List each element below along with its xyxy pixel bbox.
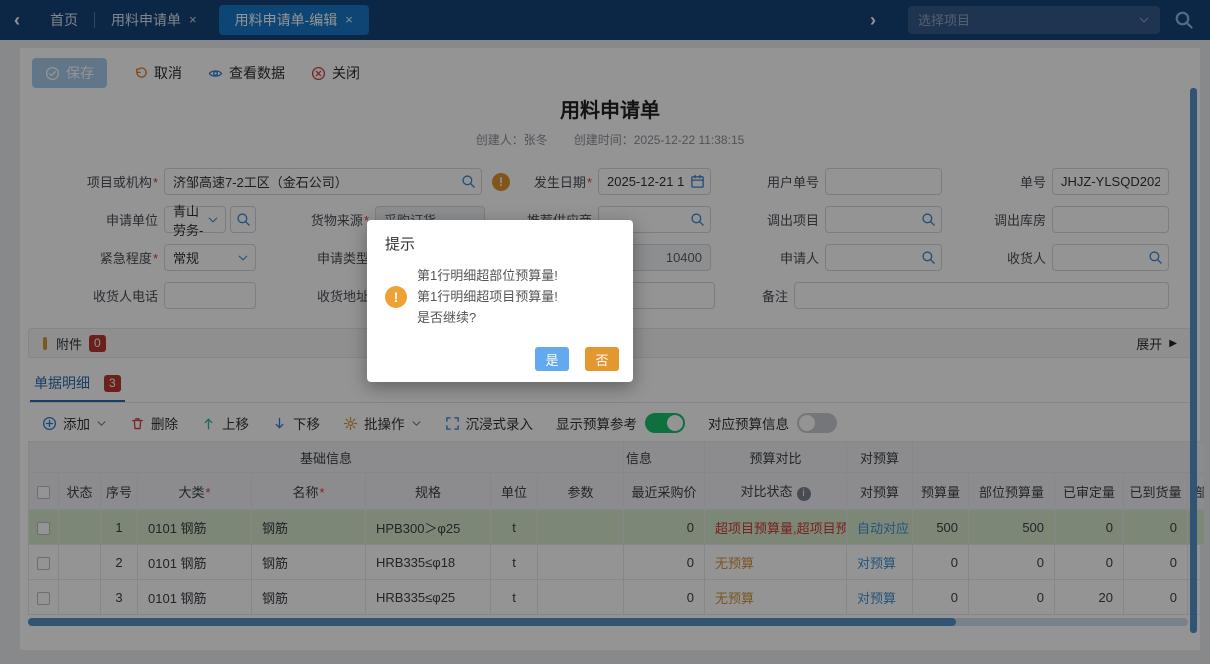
warning-icon: ! <box>385 286 407 308</box>
dialog-line: 第1行明细超项目预算量! <box>417 289 558 304</box>
yes-button[interactable]: 是 <box>535 347 569 371</box>
dialog-footer: 是 否 <box>535 347 619 371</box>
dialog-body: ! 第1行明细超部位预算量! 第1行明细超项目预算量! 是否继续? <box>367 258 633 328</box>
dialog-line: 是否继续? <box>417 310 477 325</box>
dialog-title: 提示 <box>385 236 416 253</box>
confirm-dialog: 提示 ! 第1行明细超部位预算量! 第1行明细超项目预算量! 是否继续? 是 否 <box>367 220 633 382</box>
dialog-line: 第1行明细超部位预算量! <box>417 268 558 283</box>
no-button[interactable]: 否 <box>585 347 619 371</box>
